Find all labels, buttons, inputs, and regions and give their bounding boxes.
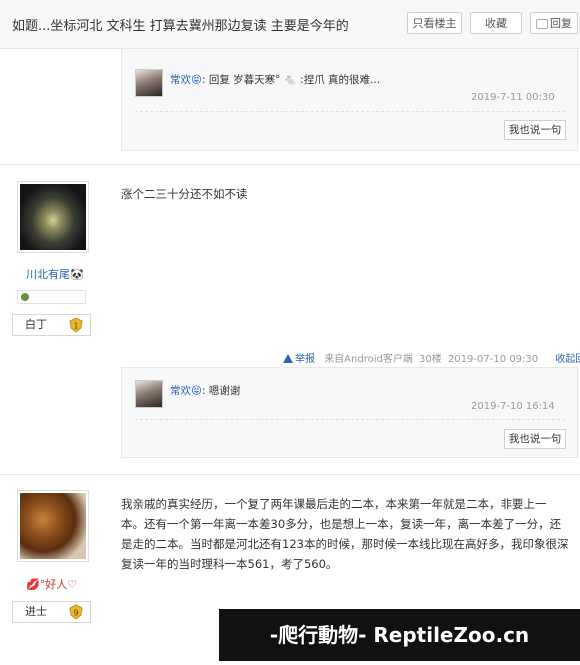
level-bar — [17, 290, 86, 304]
reply-user[interactable]: 常欢😝 — [170, 385, 202, 397]
level-icon — [21, 293, 29, 301]
rank-level: 1 — [73, 322, 78, 331]
post-content: 涨个二三十分还不如不读 — [121, 187, 248, 201]
collapse-replies-link[interactable]: 收起回复 — [555, 354, 580, 365]
post-time: 2019-07-10 09:30 — [447, 354, 539, 365]
report-icon — [283, 354, 293, 363]
post-meta: 举报 来自Android客户端 30楼 2019-07-10 09:30 收起回… — [283, 350, 580, 365]
username[interactable]: 💋°好人♡ — [26, 576, 77, 592]
avatar[interactable] — [17, 490, 89, 562]
level-shield-icon: 9 — [69, 604, 83, 620]
reply-user[interactable]: 常欢😝 — [170, 74, 202, 86]
avatar[interactable] — [17, 181, 89, 253]
username[interactable]: 川北有尾🐼 — [26, 266, 84, 282]
comment-icon — [536, 19, 548, 29]
floor-number: 30楼 — [419, 354, 442, 365]
reply-button-label: 回复 — [550, 17, 572, 30]
divider — [135, 419, 565, 420]
report-link[interactable]: 举报 — [295, 354, 315, 365]
reply-time: 2019-7-10 16:14 — [471, 401, 555, 412]
say-something-button[interactable]: 我也说一句 — [504, 120, 566, 140]
reply-panel: 常欢😝: 回复 岁暮天寒° 🐁 :捏爪 真的很难... 2019-7-11 00… — [121, 48, 578, 151]
client-source: 来自Android客户端 — [324, 354, 413, 365]
thread-header: 如题...坐标河北 文科生 打算去冀州那边复读 主要是今年的 只看楼主 收藏 回… — [0, 0, 580, 49]
post-divider — [0, 164, 580, 165]
reply-panel: 常欢😝: 嗯谢谢 2019-7-10 16:14 我也说一句 — [121, 367, 578, 458]
level-shield-icon: 1 — [69, 317, 83, 333]
say-something-button[interactable]: 我也说一句 — [504, 429, 566, 449]
reply-content: 常欢😝: 嗯谢谢 — [170, 383, 240, 398]
post-content: 我亲戚的真实经历，一个复了两年课最后走的二本，本来第一年就是二本，非要上一本。还… — [121, 497, 569, 571]
only-owner-button[interactable]: 只看楼主 — [407, 12, 462, 34]
favorite-button[interactable]: 收藏 — [470, 12, 522, 34]
reply-time: 2019-7-11 00:30 — [471, 92, 555, 103]
avatar-image — [20, 184, 86, 250]
avatar[interactable] — [135, 69, 163, 97]
rank-badge: 进士 9 — [12, 601, 91, 623]
rank-title: 白丁 — [25, 318, 47, 331]
divider — [135, 111, 565, 112]
thread-title: 如题...坐标河北 文科生 打算去冀州那边复读 主要是今年的 — [12, 19, 349, 34]
reply-text: : 回复 岁暮天寒° 🐁 :捏爪 真的很难... — [201, 74, 381, 86]
watermark: -爬行動物- ReptileZoo.cn — [219, 609, 580, 661]
avatar-image — [20, 493, 86, 559]
rank-title: 进士 — [25, 605, 47, 618]
rank-level: 9 — [73, 609, 78, 618]
reply-content: 常欢😝: 回复 岁暮天寒° 🐁 :捏爪 真的很难... — [170, 72, 380, 87]
reply-text: : 嗯谢谢 — [201, 385, 241, 397]
post-divider — [0, 474, 580, 475]
rank-badge: 白丁 1 — [12, 314, 91, 336]
reply-button[interactable]: 回复 — [530, 12, 578, 34]
avatar[interactable] — [135, 380, 163, 408]
